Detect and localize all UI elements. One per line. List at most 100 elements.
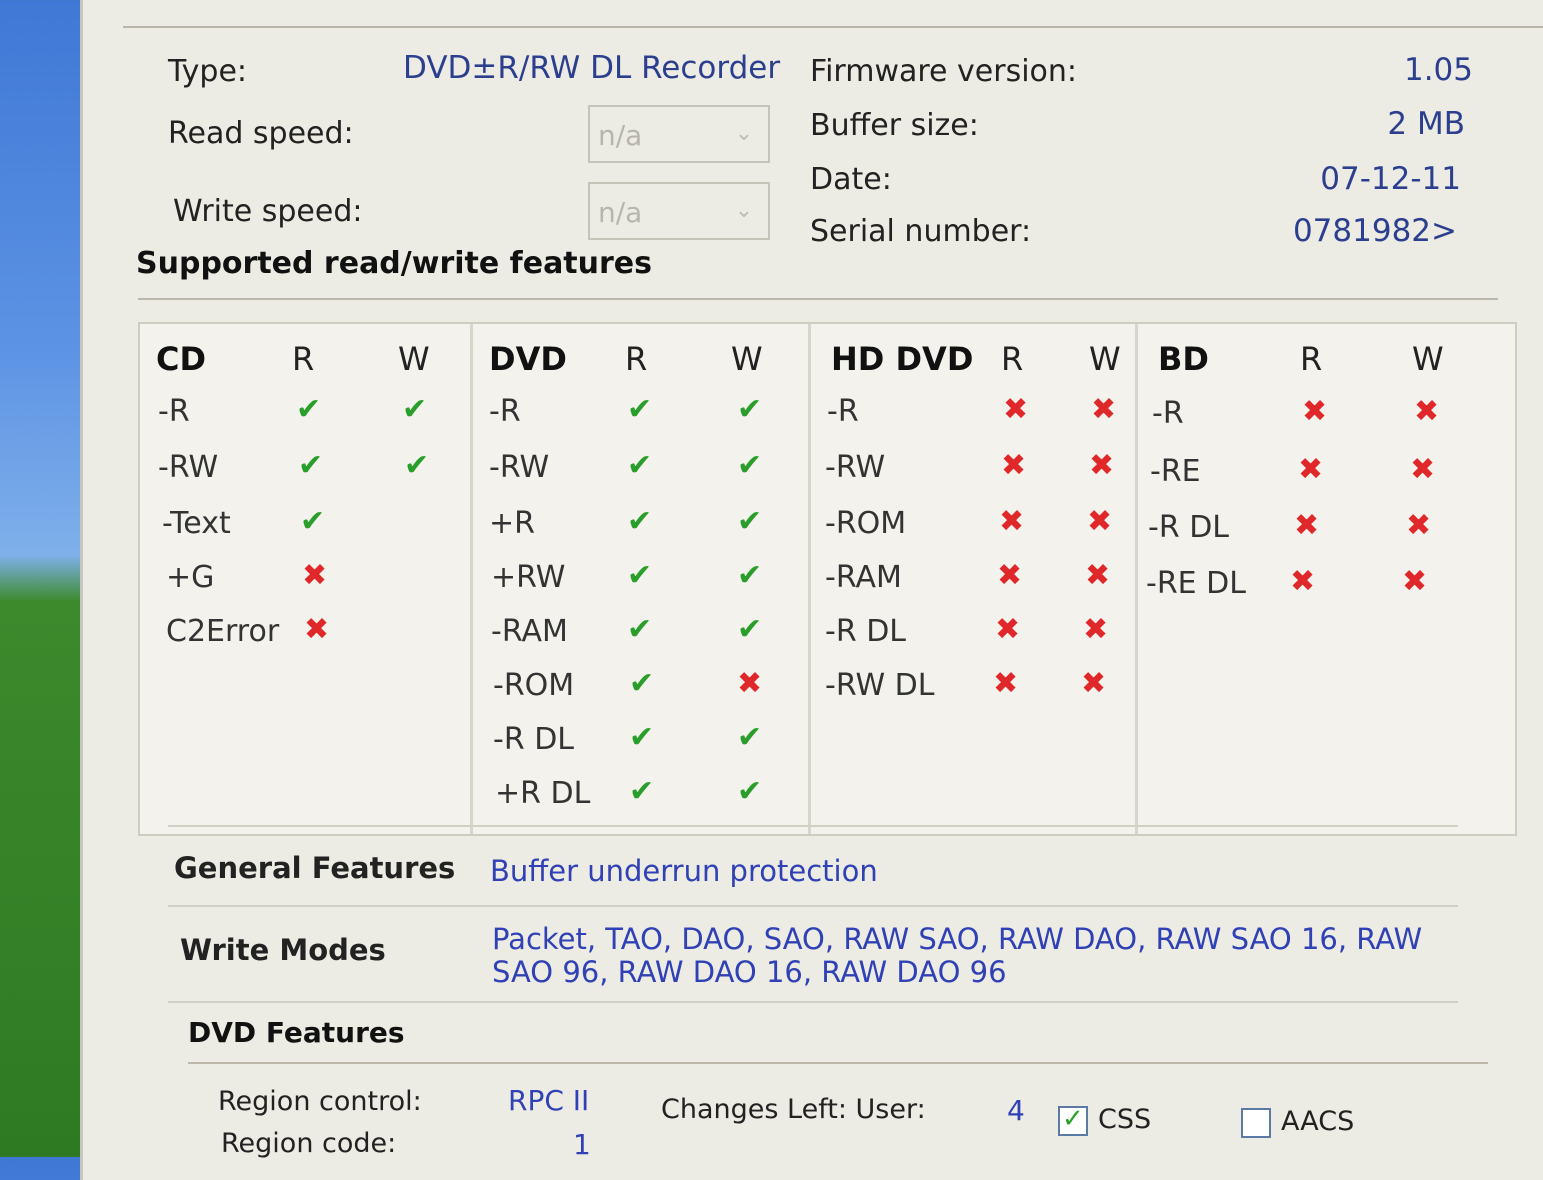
cd-row-label: +G: [166, 560, 215, 595]
cross-icon: ✖: [1410, 452, 1436, 487]
check-icon: ✔: [300, 504, 326, 539]
dvd-row-label: -R: [489, 394, 521, 429]
dvd-features-divider: [188, 1062, 1488, 1064]
cross-icon: ✖: [304, 612, 330, 647]
hd-dvd-row-label: -ROM: [825, 506, 907, 541]
check-icon: ✔: [627, 504, 653, 539]
dvd-row-label: +R DL: [495, 776, 591, 811]
features-divider: [138, 298, 1498, 300]
bd-row-label: -RE DL: [1146, 566, 1246, 601]
type-label: Type:: [168, 54, 248, 89]
check-icon: ✔: [737, 774, 763, 809]
write-modes-line: Packet, TAO, DAO, SAO, RAW SAO, RAW DAO,…: [492, 922, 1423, 956]
cross-icon: ✖: [1085, 558, 1111, 593]
check-icon: ✔: [404, 448, 430, 483]
write-modes-row: Write Modes Packet, TAO, DAO, SAO, RAW S…: [168, 905, 1458, 1003]
firmware-value: 1.05: [1403, 52, 1473, 88]
check-icon: ✔: [298, 448, 324, 483]
check-icon: ✔: [737, 720, 763, 755]
chevron-down-icon: ⌄: [734, 198, 754, 223]
check-icon: ✔: [627, 392, 653, 427]
write-speed-value: n/a: [598, 196, 643, 229]
check-icon: ✔: [629, 720, 655, 755]
date-label: Date:: [810, 162, 892, 197]
aacs-checkbox[interactable]: [1241, 1108, 1271, 1138]
bd-column: BD R W -R -RE -R DL -RE DL ✖ ✖ ✖ ✖ ✖ ✖ ✖…: [1138, 324, 1515, 834]
cross-icon: ✖: [999, 504, 1025, 539]
check-icon: ✓: [1062, 1104, 1084, 1134]
dvd-column: DVD R W -R -RW +R +RW -RAM -ROM -R DL +R…: [473, 324, 808, 834]
write-speed-label: Write speed:: [173, 194, 363, 229]
features-section-title: Supported read/write features: [136, 246, 653, 281]
css-checkbox[interactable]: ✓: [1058, 1104, 1088, 1136]
cd-row-label: C2Error: [166, 614, 280, 649]
region-control-label: Region control:: [218, 1086, 422, 1117]
cd-row-label: -Text: [162, 506, 231, 541]
bd-row-label: -R: [1152, 396, 1184, 431]
cd-row-label: -RW: [158, 450, 219, 485]
region-code-value: 1: [573, 1128, 591, 1161]
cross-icon: ✖: [1302, 394, 1328, 429]
write-modes-value: Packet, TAO, DAO, SAO, RAW SAO, RAW DAO,…: [492, 923, 1422, 989]
cross-icon: ✖: [997, 558, 1023, 593]
check-icon: ✔: [627, 612, 653, 647]
dvd-write-header: W: [731, 340, 763, 378]
cross-icon: ✖: [1001, 448, 1027, 483]
check-icon: ✔: [737, 504, 763, 539]
features-grid: CD R W -R -RW -Text +G C2Error ✔ ✔ ✔ ✔ ✔…: [138, 322, 1517, 836]
serial-number-value: 0781982>: [1292, 213, 1457, 249]
date-value: 07-12-11: [1320, 161, 1461, 197]
dvd-row-label: -R DL: [493, 722, 575, 757]
cross-icon: ✖: [1298, 452, 1324, 487]
general-features-value: Buffer underrun protection: [490, 854, 878, 888]
check-icon: ✔: [629, 666, 655, 701]
region-code-label: Region code:: [221, 1128, 397, 1159]
hd-dvd-column: HD DVD R W -R -RW -ROM -RAM -R DL -RW DL…: [811, 324, 1135, 834]
chevron-down-icon: ⌄: [734, 121, 754, 146]
cross-icon: ✖: [1083, 612, 1109, 647]
check-icon: ✔: [402, 392, 428, 427]
hd-dvd-header: HD DVD: [831, 340, 974, 378]
hd-dvd-row-label: -RW: [825, 450, 886, 485]
check-icon: ✔: [627, 448, 653, 483]
general-features-row: General Features Buffer underrun protect…: [168, 825, 1458, 907]
check-icon: ✔: [627, 558, 653, 593]
write-modes-label: Write Modes: [180, 933, 386, 967]
dvd-features-title: DVD Features: [188, 1016, 405, 1049]
drive-info-panel: Type: DVD±R/RW DL Recorder Read speed: n…: [80, 0, 1543, 1180]
changes-left-value: 4: [1007, 1094, 1025, 1127]
cd-write-header: W: [398, 340, 430, 378]
cd-column: CD R W -R -RW -Text +G C2Error ✔ ✔ ✔ ✔ ✔…: [140, 324, 470, 834]
cross-icon: ✖: [1081, 666, 1107, 701]
hd-dvd-row-label: -RW DL: [825, 668, 935, 703]
cross-icon: ✖: [1294, 508, 1320, 543]
buffer-size-value: 2 MB: [1387, 106, 1465, 142]
dvd-read-header: R: [625, 340, 648, 378]
check-icon: ✔: [737, 612, 763, 647]
bd-row-label: -RE: [1150, 454, 1201, 489]
read-speed-label: Read speed:: [168, 116, 354, 151]
check-icon: ✔: [629, 774, 655, 809]
buffer-size-label: Buffer size:: [810, 108, 979, 143]
cross-icon: ✖: [302, 558, 328, 593]
cross-icon: ✖: [1402, 564, 1428, 599]
cross-icon: ✖: [737, 666, 763, 701]
cross-icon: ✖: [1003, 392, 1029, 427]
dvd-row-label: -ROM: [493, 668, 575, 703]
cross-icon: ✖: [1089, 448, 1115, 483]
cross-icon: ✖: [1406, 508, 1432, 543]
cross-icon: ✖: [1091, 392, 1117, 427]
dvd-row-label: +R: [489, 506, 535, 541]
cross-icon: ✖: [993, 666, 1019, 701]
write-modes-line: SAO 96, RAW DAO 16, RAW DAO 96: [492, 955, 1007, 989]
cross-icon: ✖: [995, 612, 1021, 647]
write-speed-select[interactable]: n/a ⌄: [588, 182, 770, 240]
check-icon: ✔: [737, 448, 763, 483]
region-control-value: RPC II: [508, 1084, 590, 1117]
hd-dvd-row-label: -R: [827, 394, 859, 429]
type-value: DVD±R/RW DL Recorder: [403, 50, 781, 86]
dvd-row-label: -RAM: [491, 614, 568, 649]
hd-dvd-read-header: R: [1001, 340, 1024, 378]
read-speed-select[interactable]: n/a ⌄: [588, 105, 770, 163]
bd-row-label: -R DL: [1148, 510, 1230, 545]
